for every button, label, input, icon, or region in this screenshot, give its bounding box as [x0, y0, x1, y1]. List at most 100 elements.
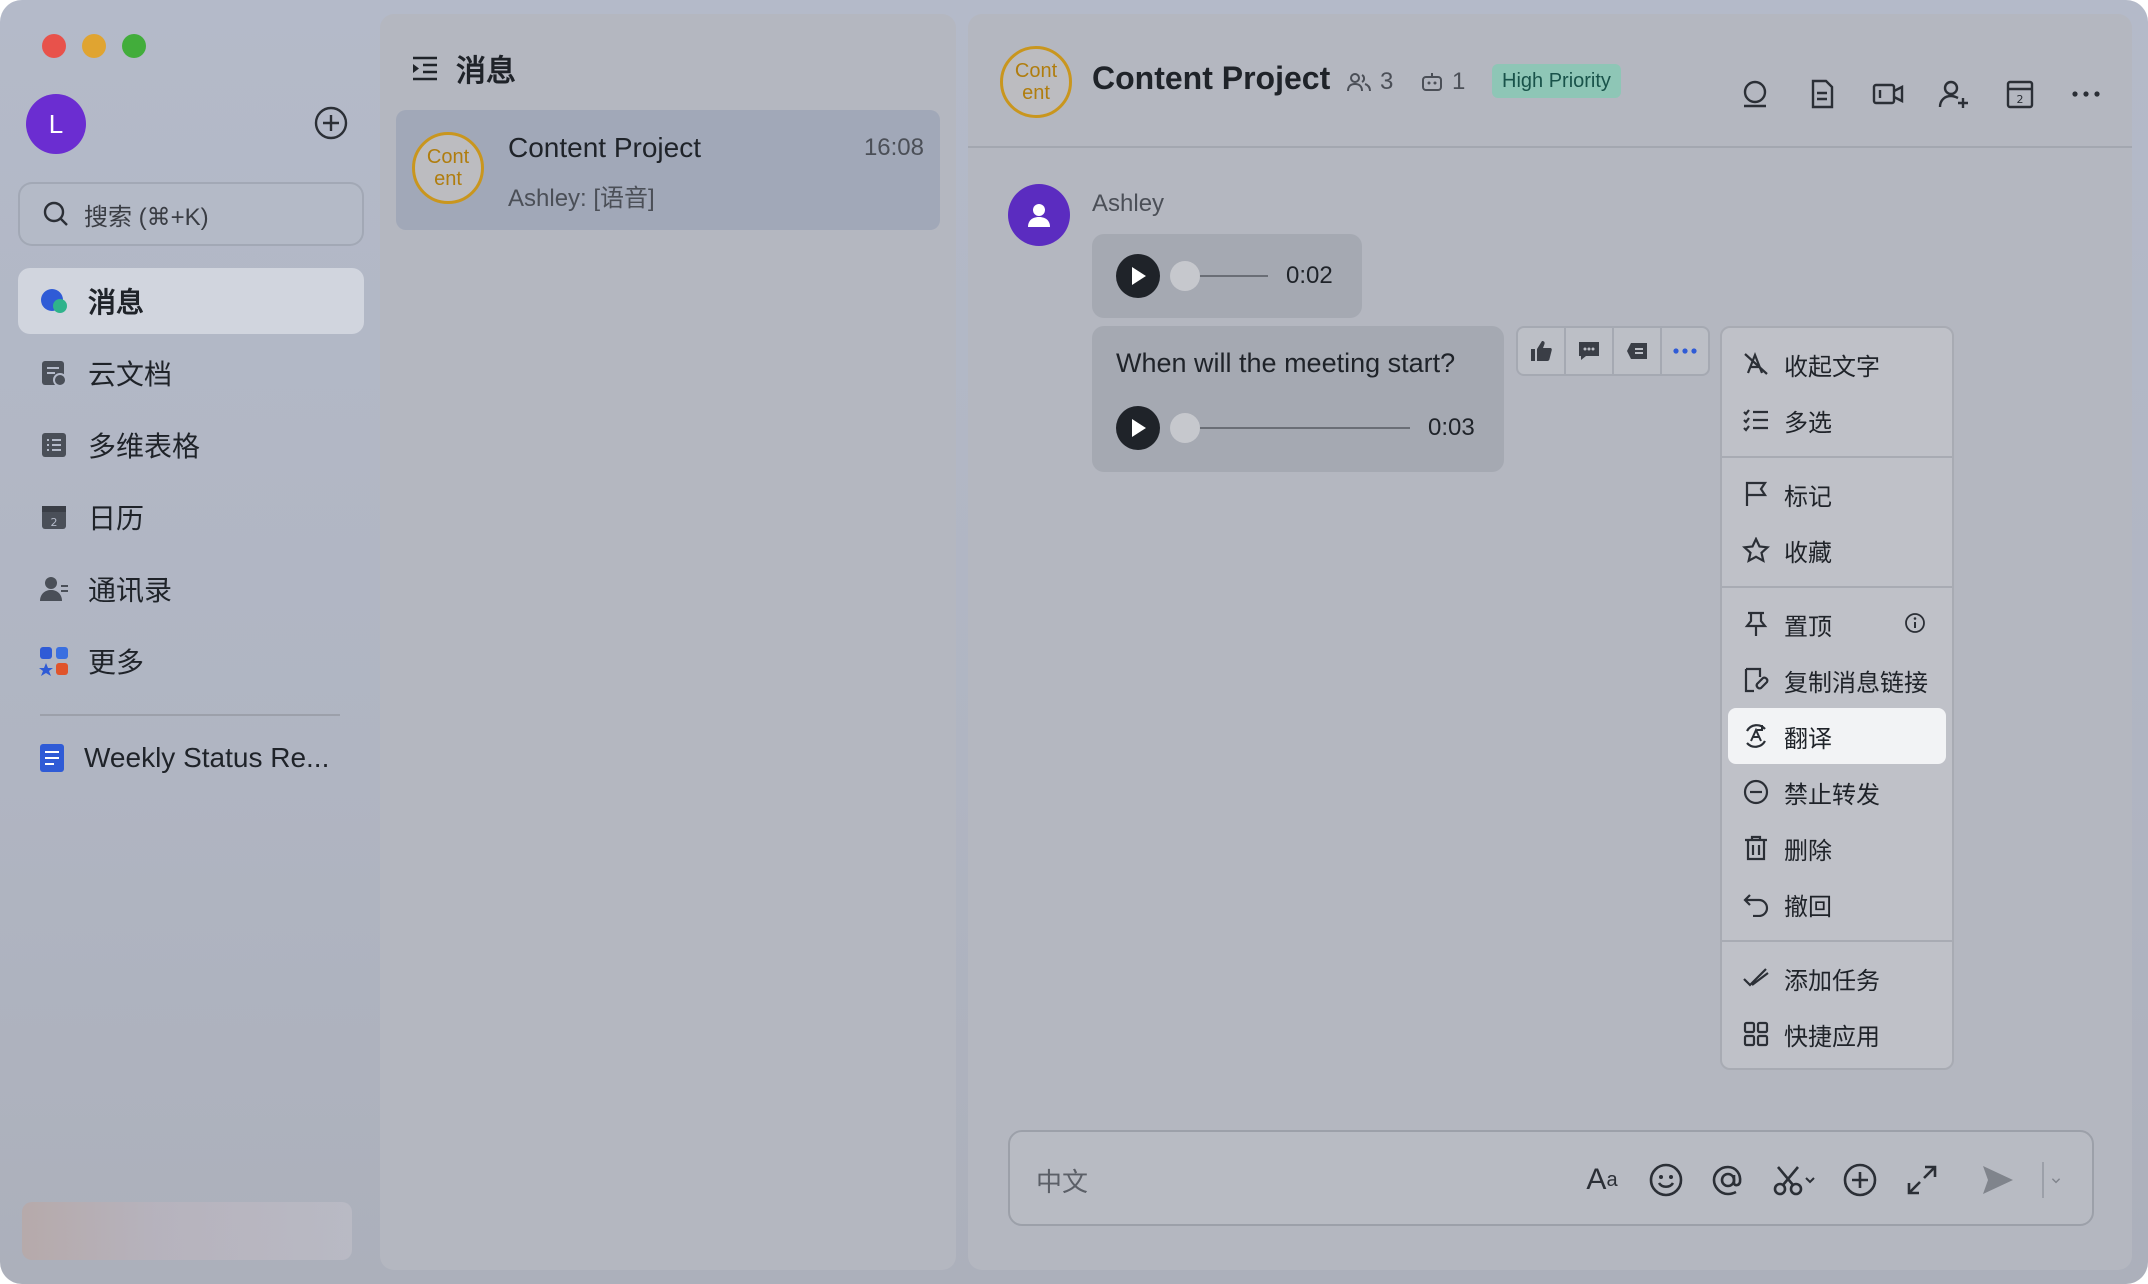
quote-button[interactable] — [1614, 328, 1662, 374]
collapse-text-icon — [1744, 351, 1768, 375]
more-actions-button[interactable] — [1662, 328, 1708, 374]
sidebar-item-calendar[interactable]: 2 日历 — [18, 484, 364, 550]
flag-icon — [1745, 481, 1768, 506]
audio-track[interactable] — [1178, 427, 1410, 429]
menu-item-recall[interactable]: 撤回 — [1722, 876, 1952, 932]
doc-icon[interactable] — [1806, 78, 1838, 110]
sidebar-divider — [40, 714, 340, 716]
member-count[interactable]: 3 — [1346, 68, 1393, 96]
message-composer[interactable]: 中文 Aa — [1008, 1130, 2094, 1226]
conversation-list-header: 消息 — [410, 46, 516, 90]
apps-grid-icon — [1743, 1021, 1769, 1047]
text-format-icon[interactable]: Aa — [1582, 1162, 1622, 1198]
search-input[interactable]: 搜索 (⌘+K) — [18, 182, 364, 246]
menu-item-translate[interactable]: 翻译 — [1728, 708, 1946, 764]
sender-avatar[interactable] — [1008, 184, 1070, 246]
person-icon — [1028, 204, 1050, 227]
copy-link-icon — [1744, 667, 1769, 693]
add-member-icon[interactable] — [1938, 78, 1970, 110]
menu-item-label: 置顶 — [1784, 613, 1832, 641]
sidebar-item-more[interactable]: 更多 — [18, 628, 364, 694]
no-forward-icon — [1743, 779, 1769, 805]
audio-scrubber[interactable] — [1170, 261, 1200, 291]
conversation-item[interactable]: Cont ent Content Project 16:08 Ashley: [… — [396, 110, 940, 230]
member-count-value: 3 — [1380, 68, 1394, 95]
sidebar-item-label: 更多 — [88, 647, 145, 678]
more-dots-icon — [1673, 348, 1697, 354]
search-chat-icon[interactable] — [1740, 78, 1772, 110]
screenshot-scissors-icon[interactable] — [1772, 1162, 1816, 1198]
more-options-icon[interactable] — [2070, 78, 2102, 110]
reply-bubble-icon — [1579, 342, 1599, 360]
group-avatar[interactable]: Cont ent — [1000, 46, 1072, 118]
menu-item-label: 删除 — [1784, 837, 1832, 865]
menu-item-label: 复制消息链接 — [1784, 669, 1928, 697]
base-table-icon — [38, 429, 70, 461]
pinned-doc-item[interactable]: Weekly Status Re... — [38, 742, 329, 774]
reply-button[interactable] — [1566, 328, 1614, 374]
send-icon[interactable] — [1980, 1162, 2016, 1198]
conversation-title: Content Project — [508, 132, 701, 163]
menu-item-multi-select[interactable]: 多选 — [1722, 392, 1952, 448]
add-attachment-icon[interactable] — [1842, 1162, 1878, 1198]
svg-text:2: 2 — [2017, 93, 2024, 106]
calendar-header-icon[interactable]: 2 — [2004, 78, 2036, 110]
trash-icon — [1745, 835, 1767, 861]
sender-name: Ashley — [1092, 190, 1165, 217]
audio-scrubber[interactable] — [1170, 413, 1200, 443]
message-icon — [38, 285, 70, 317]
collapse-list-icon[interactable] — [410, 53, 440, 83]
emoji-icon[interactable] — [1648, 1162, 1684, 1198]
menu-item-label: 禁止转发 — [1784, 781, 1880, 809]
composer-toolbar: Aa — [1582, 1162, 2062, 1198]
sidebar-item-docs[interactable]: 云文档 — [18, 340, 364, 406]
menu-item-disable-forward[interactable]: 禁止转发 — [1722, 764, 1952, 820]
menu-item-copy-link[interactable]: 复制消息链接 — [1722, 652, 1952, 708]
panel-title: 消息 — [456, 55, 516, 88]
like-button[interactable] — [1518, 328, 1566, 374]
avatar-text: Cont ent — [426, 146, 470, 190]
menu-item-favorite[interactable]: 收藏 — [1722, 522, 1952, 578]
calendar-icon: 2 — [38, 501, 70, 533]
mention-icon[interactable] — [1710, 1162, 1746, 1198]
chat-header: Cont ent Content Project 3 1 High Priori… — [968, 14, 2132, 148]
sidebar-item-label: 通讯录 — [88, 575, 173, 606]
video-call-icon[interactable] — [1872, 78, 1904, 110]
pin-icon — [1744, 611, 1768, 636]
priority-badge: High Priority — [1492, 64, 1621, 98]
menu-item-label: 快捷应用 — [1784, 1023, 1880, 1051]
add-icon[interactable] — [314, 106, 348, 140]
sidebar-item-base[interactable]: 多维表格 — [18, 412, 364, 478]
user-avatar[interactable]: L — [26, 94, 86, 154]
menu-item-quick-apps[interactable]: 快捷应用 — [1722, 1006, 1952, 1062]
expand-icon[interactable] — [1904, 1162, 1940, 1198]
play-icon — [1132, 267, 1146, 285]
bot-count[interactable]: 1 — [1420, 68, 1465, 96]
star-icon — [1742, 537, 1770, 563]
sidebar-nav: 消息 云文档 多维表格 2 日历 通讯录 更多 — [18, 268, 364, 700]
composer-input[interactable]: 中文 — [1036, 1162, 1088, 1199]
play-button[interactable] — [1116, 406, 1160, 450]
menu-item-collapse-text[interactable]: 收起文字 — [1722, 336, 1952, 392]
pinned-doc-label: Weekly Status Re... — [84, 742, 330, 773]
svg-text:2: 2 — [51, 516, 58, 529]
blurred-area — [22, 1202, 352, 1260]
play-button[interactable] — [1116, 254, 1160, 298]
menu-item-add-task[interactable]: 添加任务 — [1722, 950, 1952, 1006]
menu-separator — [1722, 940, 1952, 942]
menu-item-flag[interactable]: 标记 — [1722, 466, 1952, 522]
info-icon[interactable] — [1904, 612, 1926, 634]
conversation-time: 16:08 — [863, 134, 924, 161]
sidebar-item-messages[interactable]: 消息 — [18, 268, 364, 334]
message-hover-toolbar — [1516, 326, 1710, 376]
voice-message: 0:02 — [1092, 234, 1362, 318]
sidebar-item-contacts[interactable]: 通讯录 — [18, 556, 364, 622]
chat-title[interactable]: Content Project — [1092, 60, 1330, 97]
menu-item-delete[interactable]: 删除 — [1722, 820, 1952, 876]
menu-item-pin[interactable]: 置顶 — [1722, 596, 1952, 652]
send-options-chevron-icon[interactable] — [2042, 1162, 2062, 1198]
bot-icon — [1422, 73, 1442, 91]
avatar-text: Cont ent — [1014, 60, 1058, 104]
message-text: When will the meeting start? — [1116, 348, 1456, 378]
menu-item-label: 收藏 — [1784, 539, 1832, 567]
